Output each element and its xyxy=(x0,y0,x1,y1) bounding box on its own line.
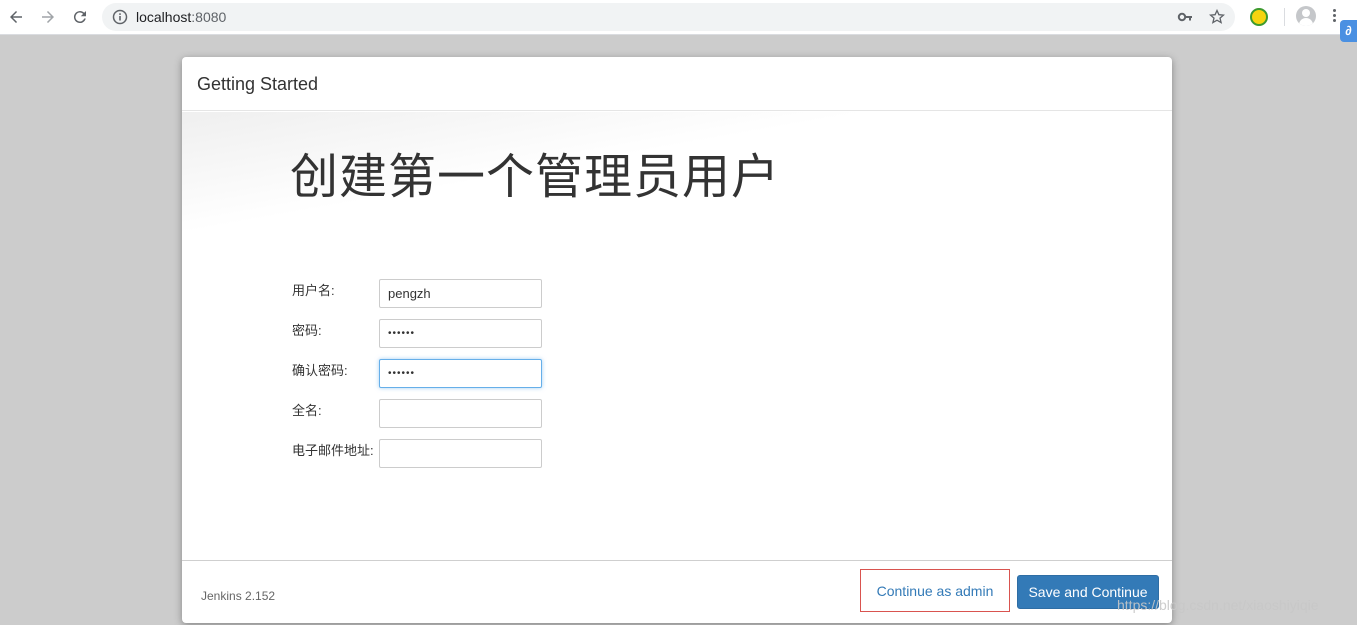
confirm-password-input[interactable] xyxy=(379,359,542,388)
password-row: 密码: xyxy=(292,319,732,349)
dialog-footer: Jenkins 2.152 Continue as admin Save and… xyxy=(182,560,1172,623)
key-icon[interactable] xyxy=(1177,9,1193,25)
username-label: 用户名: xyxy=(292,283,335,298)
arrow-left-icon xyxy=(10,11,22,23)
forward-button[interactable] xyxy=(36,5,60,29)
reload-icon xyxy=(73,11,86,24)
username-row: 用户名: xyxy=(292,279,732,309)
url-port: :8080 xyxy=(191,9,227,25)
browser-toolbar: localhost:8080 xyxy=(0,0,1357,35)
version-label: Jenkins 2.152 xyxy=(201,589,276,603)
fullname-row: 全名: xyxy=(292,399,732,429)
url-host: localhost xyxy=(136,9,192,25)
setup-dialog: Getting Started 创建第一个管理员用户 用户名: 密码: 确认密码… xyxy=(182,57,1172,623)
dialog-header: Getting Started xyxy=(182,57,1172,111)
continue-as-admin-button[interactable]: Continue as admin xyxy=(860,569,1010,612)
address-bar[interactable]: localhost:8080 xyxy=(102,3,1235,31)
email-input[interactable] xyxy=(379,439,542,468)
email-row: 电子邮件地址: xyxy=(292,439,732,469)
watermark-text: https://blog.csdn.net/xiaoshiyiqie xyxy=(1117,597,1319,613)
back-button[interactable] xyxy=(4,5,28,29)
info-icon[interactable] xyxy=(112,9,128,25)
reload-button[interactable] xyxy=(68,5,92,29)
star-icon[interactable] xyxy=(1209,9,1225,25)
url-text[interactable]: localhost:8080 xyxy=(136,9,226,25)
password-input[interactable] xyxy=(379,319,542,348)
confirm-password-row: 确认密码: xyxy=(292,359,732,389)
password-label: 密码: xyxy=(292,323,322,338)
confirm-password-label: 确认密码: xyxy=(292,363,348,378)
profile-avatar-icon[interactable] xyxy=(1296,6,1316,26)
username-input[interactable] xyxy=(379,279,542,308)
dialog-body: 创建第一个管理员用户 用户名: 密码: 确认密码: 全名: 电子邮件地址: xyxy=(182,112,1172,560)
toolbar-divider xyxy=(1284,8,1285,26)
arrow-right-icon xyxy=(42,11,54,23)
more-menu-icon[interactable] xyxy=(1333,9,1337,25)
dialog-title: Getting Started xyxy=(197,74,319,94)
fullname-label: 全名: xyxy=(292,403,322,418)
page-heading: 创建第一个管理员用户 xyxy=(290,151,781,204)
fullname-input[interactable] xyxy=(379,399,542,428)
extension-icon[interactable] xyxy=(1250,8,1268,26)
email-label: 电子邮件地址: xyxy=(292,443,374,458)
link-extension-icon[interactable]: ∂ xyxy=(1340,20,1357,42)
